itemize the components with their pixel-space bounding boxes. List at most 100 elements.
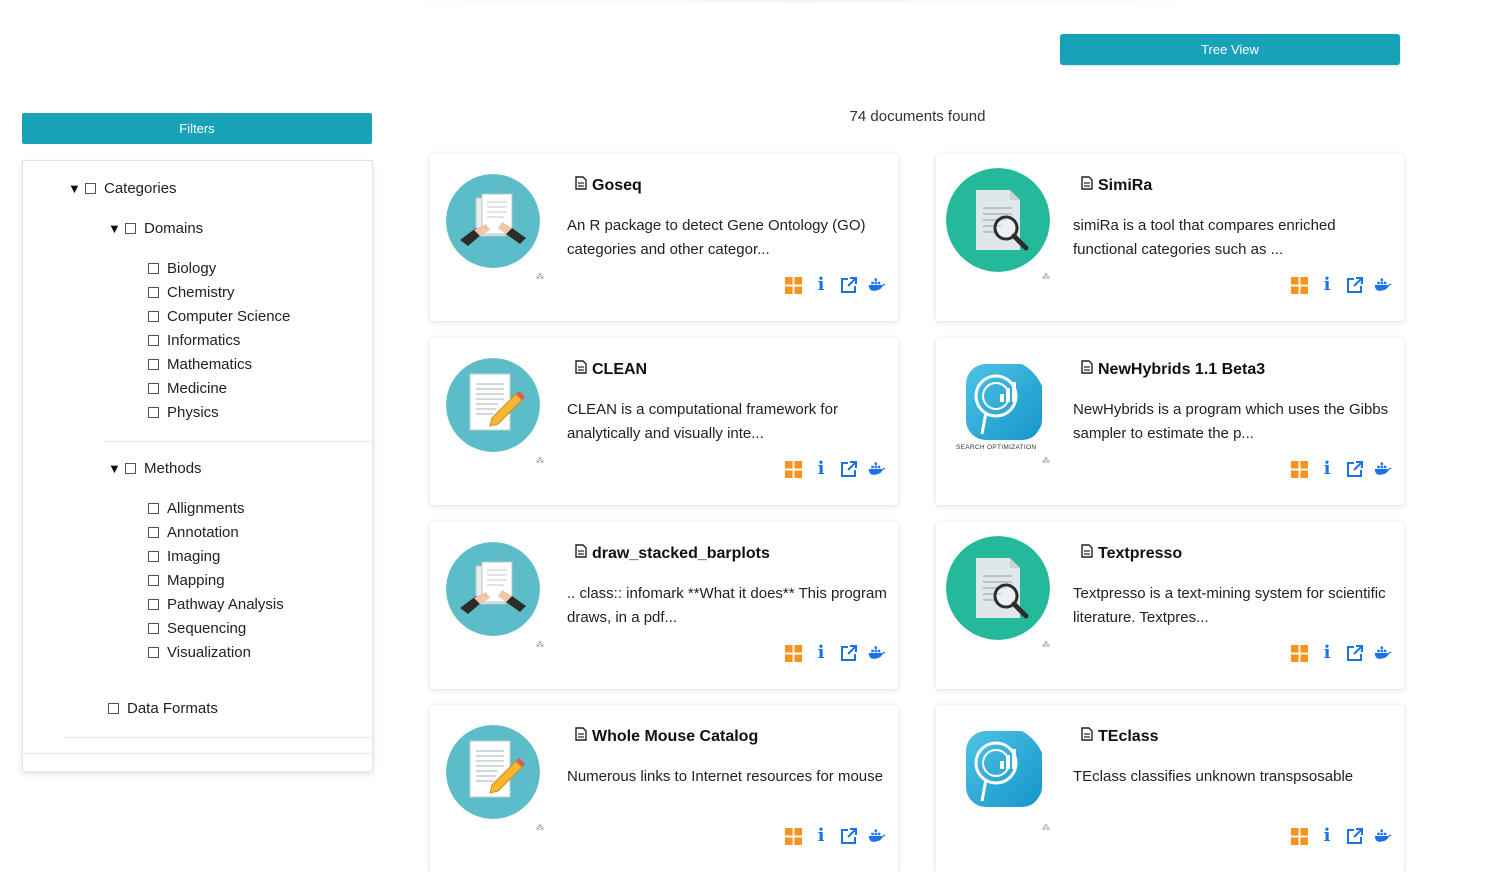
card-title[interactable]: TEclass xyxy=(1081,727,1158,746)
docker-icon[interactable] xyxy=(1374,460,1392,478)
tree-node-data-formats[interactable]: Data Formats xyxy=(108,700,218,717)
external-link-icon[interactable] xyxy=(1346,460,1364,478)
result-card[interactable]: ⁂ CLEAN CLEAN is a computational framewor… xyxy=(430,338,898,505)
external-link-icon[interactable] xyxy=(840,460,858,478)
card-title-text[interactable]: SimiRa xyxy=(1098,177,1152,195)
filter-checkbox[interactable] xyxy=(148,383,159,394)
caret-down-icon[interactable]: ▼ xyxy=(108,461,122,476)
docker-icon[interactable] xyxy=(868,460,886,478)
card-title-text[interactable]: Goseq xyxy=(592,177,642,195)
filter-checkbox[interactable] xyxy=(148,551,159,562)
tree-node-categories[interactable]: ▼ Categories xyxy=(68,180,177,197)
method-item-pathway-analysis[interactable]: Pathway Analysis xyxy=(148,596,284,613)
domain-item-physics[interactable]: Physics xyxy=(148,404,219,421)
card-title[interactable]: NewHybrids 1.1 Beta3 xyxy=(1081,360,1265,379)
domain-item-medicine[interactable]: Medicine xyxy=(148,380,227,397)
filter-checkbox[interactable] xyxy=(148,359,159,370)
tree-view-button[interactable]: Tree View xyxy=(1060,34,1400,65)
info-icon[interactable]: i xyxy=(1318,644,1336,662)
card-title-text[interactable]: Textpresso xyxy=(1098,545,1182,563)
card-title[interactable]: Whole Mouse Catalog xyxy=(575,727,758,746)
external-link-icon[interactable] xyxy=(840,276,858,294)
filter-label: Sequencing xyxy=(167,620,247,637)
filter-panel: ▼ Categories ▼ Domains Biology Chemistry C… xyxy=(22,160,373,771)
filter-checkbox[interactable] xyxy=(148,335,159,346)
result-card[interactable]: ⁂ Whole Mouse Catalog Numerous links to In… xyxy=(430,705,898,872)
grid-icon[interactable] xyxy=(1290,276,1308,294)
filter-checkbox[interactable] xyxy=(148,599,159,610)
grid-icon[interactable] xyxy=(1290,644,1308,662)
grid-icon[interactable] xyxy=(784,827,802,845)
tree-node-domains[interactable]: ▼ Domains xyxy=(108,220,203,237)
domain-item-chemistry[interactable]: Chemistry xyxy=(148,284,235,301)
filter-checkbox[interactable] xyxy=(148,623,159,634)
domain-item-biology[interactable]: Biology xyxy=(148,260,216,277)
method-item-mapping[interactable]: Mapping xyxy=(148,572,225,589)
filter-checkbox[interactable] xyxy=(148,263,159,274)
docker-icon[interactable] xyxy=(868,827,886,845)
docker-icon[interactable] xyxy=(1374,827,1392,845)
filter-checkbox[interactable] xyxy=(148,287,159,298)
filter-checkbox[interactable] xyxy=(148,407,159,418)
result-card[interactable]: ⁂ SimiRa simiRa is a tool that compares en… xyxy=(936,154,1404,321)
result-card[interactable]: ⁂ NewHybrids 1.1 Beta3 NewHybrids is a pro… xyxy=(936,338,1404,505)
filter-checkbox[interactable] xyxy=(148,311,159,322)
info-icon[interactable]: i xyxy=(1318,276,1336,294)
filter-checkbox[interactable] xyxy=(148,647,159,658)
result-card[interactable]: ⁂ Textpresso Textpresso is a text-mining s… xyxy=(936,522,1404,689)
filters-button[interactable]: Filters xyxy=(22,113,372,144)
external-link-icon[interactable] xyxy=(1346,827,1364,845)
external-link-icon[interactable] xyxy=(840,644,858,662)
info-icon[interactable]: i xyxy=(1318,827,1336,845)
info-icon[interactable]: i xyxy=(812,644,830,662)
thumb-ellipsis-icon: ⁂ xyxy=(536,640,544,649)
info-icon[interactable]: i xyxy=(812,827,830,845)
grid-icon[interactable] xyxy=(1290,827,1308,845)
external-link-icon[interactable] xyxy=(840,827,858,845)
grid-icon[interactable] xyxy=(1290,460,1308,478)
data-formats-checkbox[interactable] xyxy=(108,703,119,714)
card-title[interactable]: Textpresso xyxy=(1081,544,1182,563)
result-card[interactable]: ⁂ draw_stacked_barplots.. class:: infomar… xyxy=(430,522,898,689)
method-item-imaging[interactable]: Imaging xyxy=(148,548,220,565)
card-title-text[interactable]: draw_stacked_barplots xyxy=(592,545,770,563)
info-icon[interactable]: i xyxy=(812,276,830,294)
tree-node-methods[interactable]: ▼ Methods xyxy=(108,460,202,477)
docker-icon[interactable] xyxy=(868,644,886,662)
method-item-allignments[interactable]: Allignments xyxy=(148,500,245,517)
external-link-icon[interactable] xyxy=(1346,644,1364,662)
external-link-icon[interactable] xyxy=(1346,276,1364,294)
card-title[interactable]: Goseq xyxy=(575,176,642,195)
card-title-text[interactable]: TEclass xyxy=(1098,728,1158,746)
caret-down-icon[interactable]: ▼ xyxy=(108,221,122,236)
domain-item-informatics[interactable]: Informatics xyxy=(148,332,240,349)
docker-icon[interactable] xyxy=(1374,276,1392,294)
result-card[interactable]: ⁂ TEclass TEclass classifies unknown trans… xyxy=(936,705,1404,872)
methods-checkbox[interactable] xyxy=(125,463,136,474)
info-icon[interactable]: i xyxy=(812,460,830,478)
method-item-annotation[interactable]: Annotation xyxy=(148,524,239,541)
domain-item-mathematics[interactable]: Mathematics xyxy=(148,356,252,373)
filter-checkbox[interactable] xyxy=(148,575,159,586)
docker-icon[interactable] xyxy=(868,276,886,294)
filter-checkbox[interactable] xyxy=(148,527,159,538)
card-title[interactable]: SimiRa xyxy=(1081,176,1152,195)
card-title-text[interactable]: NewHybrids 1.1 Beta3 xyxy=(1098,361,1265,379)
caret-down-icon[interactable]: ▼ xyxy=(68,181,82,196)
grid-icon[interactable] xyxy=(784,644,802,662)
grid-icon[interactable] xyxy=(784,460,802,478)
card-title[interactable]: draw_stacked_barplots xyxy=(575,544,770,563)
info-icon[interactable]: i xyxy=(1318,460,1336,478)
card-title-text[interactable]: CLEAN xyxy=(592,361,647,379)
grid-icon[interactable] xyxy=(784,276,802,294)
result-card[interactable]: ⁂ Goseq An R package to detect Gene Ontolo… xyxy=(430,154,898,321)
filter-checkbox[interactable] xyxy=(148,503,159,514)
domain-item-computer-science[interactable]: Computer Science xyxy=(148,308,290,325)
domains-checkbox[interactable] xyxy=(125,223,136,234)
docker-icon[interactable] xyxy=(1374,644,1392,662)
card-title[interactable]: CLEAN xyxy=(575,360,647,379)
categories-checkbox[interactable] xyxy=(85,183,96,194)
method-item-visualization[interactable]: Visualization xyxy=(148,644,251,661)
method-item-sequencing[interactable]: Sequencing xyxy=(148,620,246,637)
card-title-text[interactable]: Whole Mouse Catalog xyxy=(592,728,758,746)
